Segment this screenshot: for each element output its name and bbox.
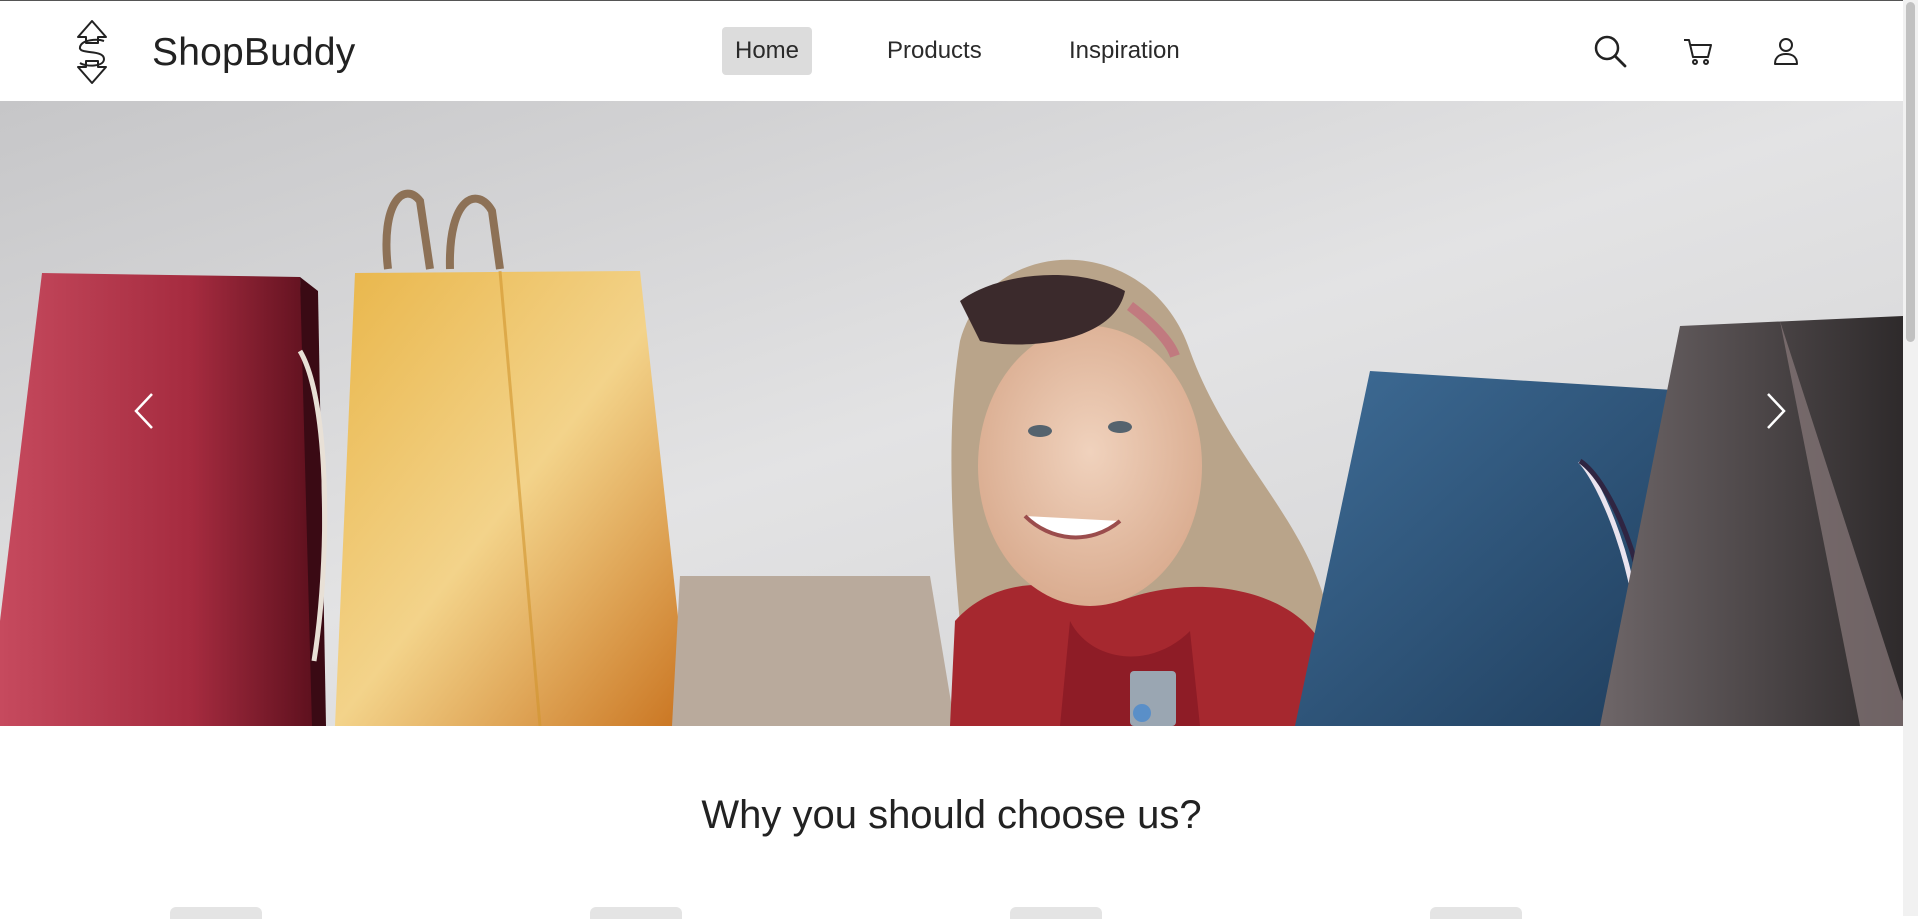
feature-card	[1430, 907, 1522, 919]
carousel-prev-chevron-left-icon[interactable]	[114, 381, 174, 441]
carousel-next-chevron-right-icon[interactable]	[1746, 381, 1806, 441]
nav-products[interactable]: Products	[874, 27, 995, 75]
scrollbar-thumb[interactable]	[1906, 2, 1915, 342]
section-title: Why you should choose us?	[701, 793, 1202, 837]
shopbuddy-logo-icon[interactable]	[68, 19, 116, 85]
search-icon[interactable]	[1590, 31, 1630, 71]
page-scrollbar[interactable]	[1903, 0, 1918, 916]
hero-carousel	[0, 101, 1903, 726]
nav-home[interactable]: Home	[722, 27, 813, 75]
user-icon[interactable]	[1766, 31, 1806, 71]
navbar: ShopBuddy Home Products Inspiration	[0, 1, 1903, 101]
feature-card	[590, 907, 682, 919]
nav-inspiration[interactable]: Inspiration	[1056, 27, 1193, 75]
brand-name[interactable]: ShopBuddy	[152, 31, 355, 75]
hero-image	[0, 101, 1903, 726]
cart-icon[interactable]	[1678, 31, 1718, 71]
feature-card	[170, 907, 262, 919]
feature-card	[1010, 907, 1102, 919]
